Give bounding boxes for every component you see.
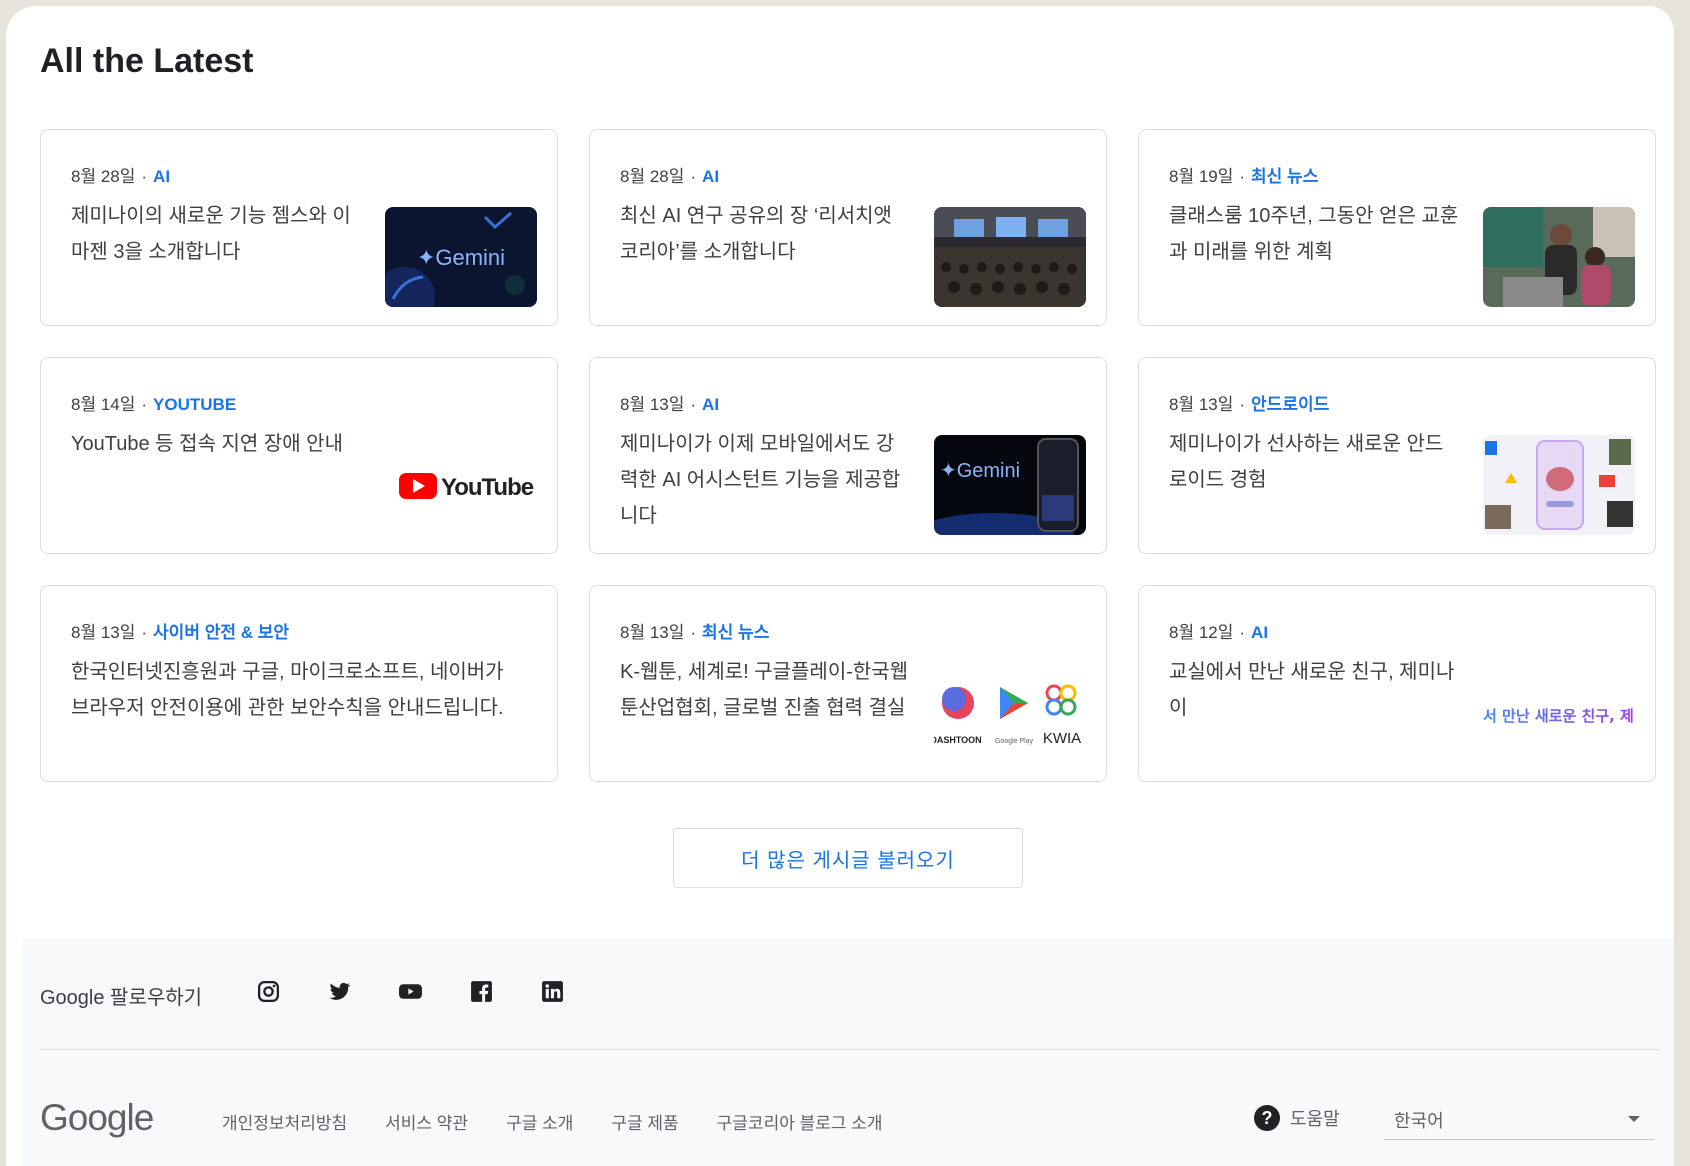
conference-photo-icon bbox=[934, 207, 1086, 307]
meta-separator: · bbox=[141, 623, 148, 642]
footer-links: 개인정보처리방침 서비스 약관 구글 소개 구글 제품 구글코리아 블로그 소개 bbox=[222, 1109, 883, 1134]
dashtoon-label: DASHTOON bbox=[934, 735, 982, 745]
article-category[interactable]: AI bbox=[702, 167, 719, 186]
article-category[interactable]: 최신 뉴스 bbox=[702, 623, 769, 642]
social-links bbox=[256, 979, 565, 1004]
twitter-icon[interactable] bbox=[327, 979, 352, 1004]
footer: Google 팔로우하기 Google 개인정보처리방침 서비스 약관 구글 소… bbox=[22, 939, 1674, 1166]
google-products-link[interactable]: 구글 제품 bbox=[611, 1109, 678, 1134]
kwia-label: KWIA bbox=[1043, 730, 1081, 747]
article-date: 8월 28일 bbox=[620, 167, 685, 186]
meta-separator: · bbox=[141, 395, 148, 414]
article-card[interactable]: 8월 28일 · AI 제미나이의 새로운 기능 젬스와 이마젠 3을 소개합니다 … bbox=[40, 129, 558, 326]
meta-separator: · bbox=[141, 167, 148, 186]
help-icon: ? bbox=[1254, 1105, 1280, 1131]
page: All the Latest 8월 28일 · AI 제미나이의 새로운 기능 젬스… bbox=[6, 6, 1674, 1166]
meta-separator: · bbox=[1239, 167, 1246, 186]
webtoon-logos-icon: DASHTOON Google Play KWIA bbox=[934, 663, 1086, 763]
gemini-logo-icon: ✦Gemini bbox=[385, 207, 537, 307]
meta-separator: · bbox=[690, 623, 697, 642]
article-category[interactable]: 사이버 안전 & 보안 bbox=[153, 623, 289, 642]
article-headline[interactable]: K-웹툰, 세계로! 구글플레이-한국웹툰산업협회, 글로벌 진출 협력 결실 bbox=[620, 654, 912, 726]
article-category[interactable]: AI bbox=[702, 395, 719, 414]
section-title: All the Latest bbox=[40, 42, 254, 80]
article-meta: 8월 19일 · 최신 뉴스 bbox=[1169, 162, 1318, 187]
meta-separator: · bbox=[690, 167, 697, 186]
thumb-label: ✦Gemini bbox=[940, 460, 1020, 482]
article-category[interactable]: AI bbox=[153, 167, 170, 186]
android-collage-icon bbox=[1483, 435, 1635, 535]
terms-link[interactable]: 서비스 약관 bbox=[385, 1109, 468, 1134]
google-logo[interactable]: Google bbox=[40, 1097, 154, 1139]
article-meta: 8월 13일 · 최신 뉴스 bbox=[620, 618, 769, 643]
article-card[interactable]: 8월 12일 · AI 교실에서 만난 새로운 친구, 제미나이 서 만난 새로운 … bbox=[1138, 585, 1656, 782]
classroom-photo-icon bbox=[1483, 207, 1635, 307]
article-card[interactable]: 8월 19일 · 최신 뉴스 클래스룸 10주년, 그동안 얻은 교훈과 미래를 위… bbox=[1138, 129, 1656, 326]
instagram-icon[interactable] bbox=[256, 979, 281, 1004]
about-google-link[interactable]: 구글 소개 bbox=[506, 1109, 573, 1134]
article-card[interactable]: 8월 13일 · 사이버 안전 & 보안 한국인터넷진흥원과 구글, 마이크로소프트… bbox=[40, 585, 558, 782]
meta-separator: · bbox=[690, 395, 697, 414]
thumb-label: YouTube bbox=[441, 474, 534, 501]
meta-separator: · bbox=[1239, 395, 1246, 414]
article-headline[interactable]: 제미나이가 이제 모바일에서도 강력한 AI 어시스턴트 기능을 제공합니다 bbox=[620, 426, 912, 534]
thumb-label: ✦Gemini bbox=[417, 245, 505, 270]
article-date: 8월 12일 bbox=[1169, 623, 1234, 642]
blog-about-link[interactable]: 구글코리아 블로그 소개 bbox=[717, 1109, 883, 1134]
youtube-icon[interactable] bbox=[398, 979, 423, 1004]
help-link[interactable]: ? 도움말 bbox=[1254, 1105, 1340, 1131]
article-meta: 8월 14일 · YOUTUBE bbox=[71, 390, 236, 415]
article-date: 8월 13일 bbox=[1169, 395, 1234, 414]
article-date: 8월 28일 bbox=[71, 167, 136, 186]
article-category[interactable]: AI bbox=[1251, 623, 1268, 642]
privacy-link[interactable]: 개인정보처리방침 bbox=[222, 1109, 347, 1134]
article-date: 8월 19일 bbox=[1169, 167, 1234, 186]
article-card[interactable]: 8월 13일 · 안드로이드 제미나이가 선사하는 새로운 안드로이드 경험 bbox=[1138, 357, 1656, 554]
gemini-classroom-text-icon: 서 만난 새로운 친구, 제 bbox=[1483, 663, 1635, 763]
article-date: 8월 14일 bbox=[71, 395, 136, 414]
language-select[interactable]: 한국어 bbox=[1384, 1099, 1654, 1140]
article-meta: 8월 13일 · 사이버 안전 & 보안 bbox=[71, 618, 289, 643]
meta-separator: · bbox=[1239, 623, 1246, 642]
article-card[interactable]: 8월 13일 · AI 제미나이가 이제 모바일에서도 강력한 AI 어시스턴트 기… bbox=[589, 357, 1107, 554]
article-meta: 8월 28일 · AI bbox=[71, 162, 170, 187]
article-headline[interactable]: 교실에서 만난 새로운 친구, 제미나이 bbox=[1169, 654, 1461, 726]
youtube-logo-icon: YouTube bbox=[385, 435, 537, 535]
language-value: 한국어 bbox=[1394, 1111, 1444, 1131]
google-play-label: Google Play bbox=[995, 738, 1034, 745]
article-meta: 8월 12일 · AI bbox=[1169, 618, 1268, 643]
article-category[interactable]: 안드로이드 bbox=[1251, 395, 1329, 414]
article-grid: 8월 28일 · AI 제미나이의 새로운 기능 젬스와 이마젠 3을 소개합니다 … bbox=[40, 129, 1656, 782]
article-card[interactable]: 8월 13일 · 최신 뉴스 K-웹툰, 세계로! 구글플레이-한국웹툰산업협회, … bbox=[589, 585, 1107, 782]
follow-label: Google 팔로우하기 bbox=[40, 987, 203, 1009]
article-card[interactable]: 8월 28일 · AI 최신 AI 연구 공유의 장 ‘리서치앳 코리아’를 소개합… bbox=[589, 129, 1107, 326]
article-headline[interactable]: 제미나이의 새로운 기능 젬스와 이마젠 3을 소개합니다 bbox=[71, 198, 363, 270]
linkedin-icon[interactable] bbox=[540, 979, 565, 1004]
article-category[interactable]: 최신 뉴스 bbox=[1251, 167, 1318, 186]
article-headline[interactable]: 제미나이가 선사하는 새로운 안드로이드 경험 bbox=[1169, 426, 1461, 498]
article-headline[interactable]: 최신 AI 연구 공유의 장 ‘리서치앳 코리아’를 소개합니다 bbox=[620, 198, 912, 270]
article-headline[interactable]: 한국인터넷진흥원과 구글, 마이크로소프트, 네이버가 브라우저 안전이용에 관… bbox=[71, 654, 511, 726]
chevron-down-icon bbox=[1628, 1116, 1640, 1122]
thumb-label: 서 만난 새로운 친구, 제 bbox=[1483, 707, 1634, 725]
facebook-icon[interactable] bbox=[469, 979, 494, 1004]
article-card[interactable]: 8월 14일 · YOUTUBE YouTube 등 접속 지연 장애 안내 You… bbox=[40, 357, 558, 554]
article-meta: 8월 13일 · AI bbox=[620, 390, 719, 415]
load-more-button[interactable]: 더 많은 게시글 불러오기 bbox=[673, 828, 1023, 888]
help-label: 도움말 bbox=[1290, 1109, 1340, 1129]
footer-divider bbox=[40, 1049, 1660, 1050]
article-date: 8월 13일 bbox=[620, 395, 685, 414]
article-category[interactable]: YOUTUBE bbox=[153, 395, 236, 414]
article-meta: 8월 13일 · 안드로이드 bbox=[1169, 390, 1329, 415]
article-headline[interactable]: 클래스룸 10주년, 그동안 얻은 교훈과 미래를 위한 계획 bbox=[1169, 198, 1461, 270]
gemini-phone-icon: ✦Gemini bbox=[934, 435, 1086, 535]
article-meta: 8월 28일 · AI bbox=[620, 162, 719, 187]
article-date: 8월 13일 bbox=[71, 623, 136, 642]
article-date: 8월 13일 bbox=[620, 623, 685, 642]
